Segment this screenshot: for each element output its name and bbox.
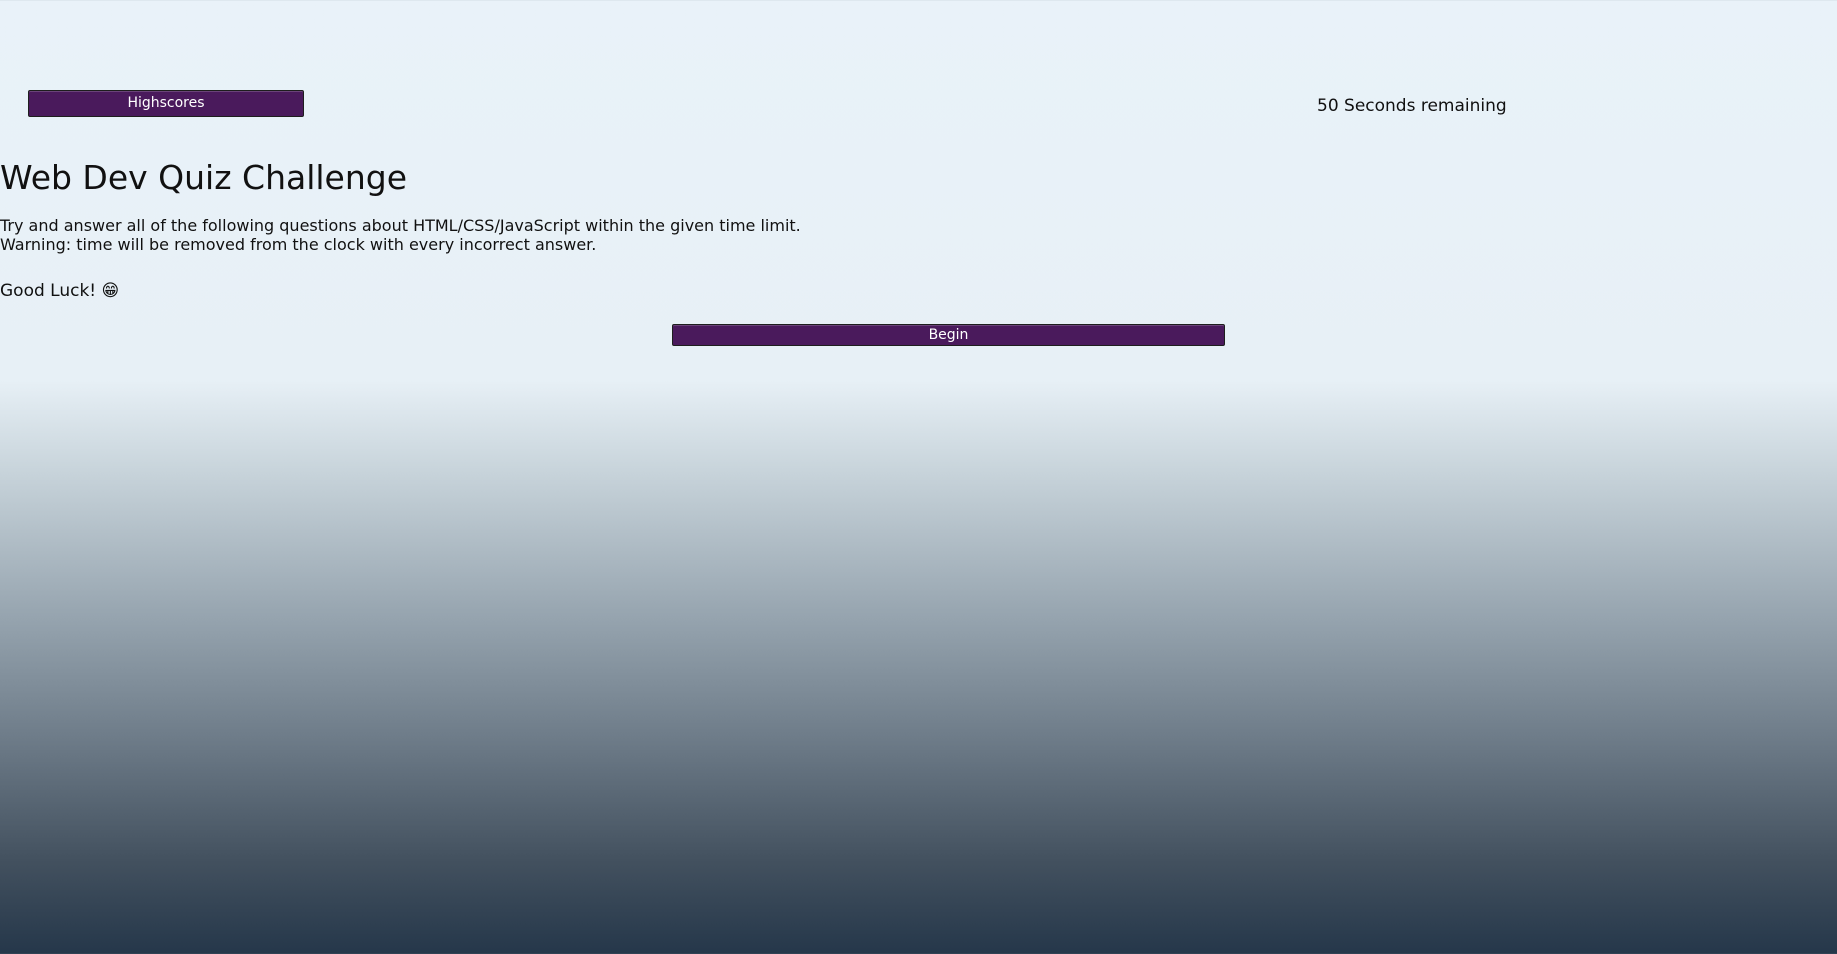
page-title: Web Dev Quiz Challenge <box>0 158 408 197</box>
instructions-line-1: Try and answer all of the following ques… <box>0 216 801 235</box>
good-luck-text: Good Luck! 😁 <box>0 281 120 301</box>
timer-text: 50 Seconds remaining <box>1317 96 1507 116</box>
begin-button[interactable]: Begin <box>672 324 1225 346</box>
highscores-button[interactable]: Highscores <box>28 90 304 117</box>
instructions-line-2: Warning: time will be removed from the c… <box>0 235 597 254</box>
instructions: Try and answer all of the following ques… <box>0 216 1837 254</box>
